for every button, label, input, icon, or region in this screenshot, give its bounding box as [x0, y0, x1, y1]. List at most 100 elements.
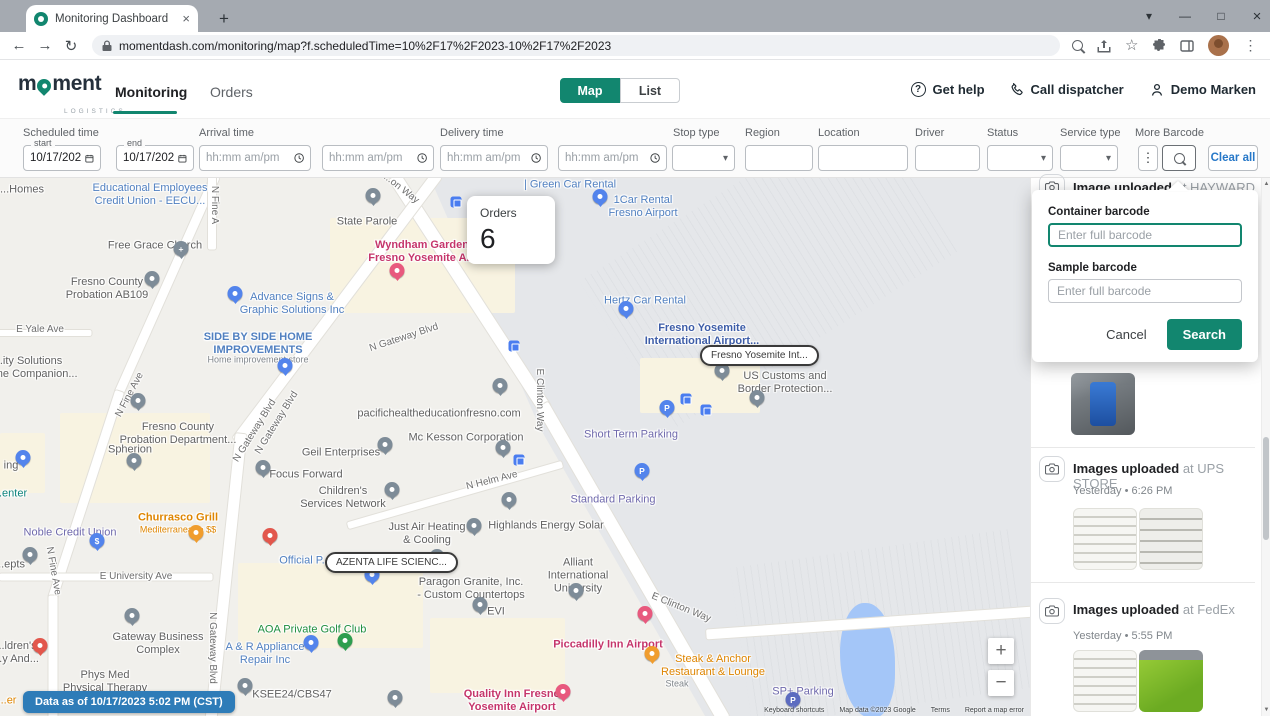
- clock-icon[interactable]: [531, 152, 541, 164]
- sample-barcode-input[interactable]: [1048, 279, 1242, 303]
- keyboard-shortcuts-link[interactable]: Keyboard shortcuts: [764, 707, 824, 714]
- scheduled-end-field[interactable]: end: [116, 145, 194, 171]
- transit-stop-icon[interactable]: [509, 341, 520, 352]
- map-pin[interactable]: [378, 437, 393, 452]
- map-pin[interactable]: [304, 635, 319, 650]
- uploaded-image-thumbnail[interactable]: [1071, 373, 1135, 435]
- driver-text-input[interactable]: [922, 152, 973, 164]
- map-pin[interactable]: [467, 518, 482, 533]
- map-pin[interactable]: [388, 690, 403, 705]
- window-close-button[interactable]: ×: [1250, 8, 1264, 25]
- arrival-start-input[interactable]: [206, 152, 290, 164]
- map-zoom-in-button[interactable]: [988, 638, 1014, 664]
- map-pin[interactable]: [131, 393, 146, 408]
- transit-stop-icon[interactable]: [681, 394, 692, 405]
- location-input[interactable]: [818, 145, 908, 171]
- report-map-error-link[interactable]: Report a map error: [965, 707, 1024, 714]
- clock-icon[interactable]: [650, 152, 660, 164]
- browser-profile-avatar[interactable]: [1208, 35, 1229, 56]
- map-pin[interactable]: [750, 390, 765, 405]
- zoom-search-icon[interactable]: [1072, 40, 1083, 51]
- share-icon[interactable]: [1097, 39, 1111, 53]
- scrollbar-thumb[interactable]: [1263, 437, 1269, 540]
- map-pin[interactable]: [127, 453, 142, 468]
- uploaded-image-thumbnail[interactable]: [1139, 508, 1203, 570]
- map-pin[interactable]: [125, 608, 140, 623]
- transit-stop-icon[interactable]: [451, 197, 462, 208]
- delivery-start-field[interactable]: [440, 145, 548, 171]
- new-tab-button[interactable]: [212, 7, 236, 31]
- orders-cluster-popup[interactable]: Orders 6: [467, 196, 555, 264]
- map-pin[interactable]: P: [786, 692, 801, 707]
- transit-stop-icon[interactable]: [514, 455, 525, 466]
- map-canvas[interactable]: ...HomesEducational Employees Credit Uni…: [0, 178, 1030, 716]
- uploaded-image-thumbnail[interactable]: [1139, 650, 1203, 712]
- scroll-down-arrow[interactable]: [1262, 707, 1270, 713]
- map-pin[interactable]: [502, 492, 517, 507]
- scroll-up-arrow[interactable]: [1262, 181, 1270, 187]
- barcode-search-button[interactable]: [1162, 145, 1196, 171]
- user-menu[interactable]: Demo Marken: [1150, 82, 1256, 97]
- more-filters-button[interactable]: [1138, 145, 1158, 171]
- map-pin[interactable]: [645, 646, 660, 661]
- terms-link[interactable]: Terms: [931, 707, 950, 714]
- nav-orders[interactable]: Orders: [210, 84, 253, 100]
- map-pin[interactable]: +: [174, 241, 189, 256]
- back-button[interactable]: [6, 37, 32, 54]
- order-location-chip[interactable]: AZENTA LIFE SCIENC...: [325, 552, 458, 573]
- map-pin[interactable]: [556, 684, 571, 699]
- map-pin[interactable]: [593, 189, 608, 204]
- extensions-icon[interactable]: [1152, 39, 1166, 53]
- transit-stop-icon[interactable]: [701, 405, 712, 416]
- map-pin[interactable]: [493, 378, 508, 393]
- app-logo[interactable]: mment LOGISTICS: [18, 72, 101, 96]
- map-pin[interactable]: [228, 286, 243, 301]
- region-text-input[interactable]: [752, 152, 806, 164]
- calendar-icon[interactable]: [85, 153, 94, 164]
- browser-tab[interactable]: Monitoring Dashboard ×: [26, 5, 198, 32]
- map-pin[interactable]: [385, 482, 400, 497]
- map-pin[interactable]: [33, 638, 48, 653]
- driver-input[interactable]: [915, 145, 980, 171]
- bookmark-star-icon[interactable]: [1125, 36, 1138, 55]
- container-barcode-input[interactable]: [1048, 223, 1242, 247]
- calendar-icon[interactable]: [178, 153, 187, 164]
- scheduled-start-field[interactable]: start: [23, 145, 101, 171]
- clear-all-button[interactable]: Clear all: [1208, 145, 1258, 171]
- arrival-end-input[interactable]: [329, 152, 413, 164]
- stop-type-select[interactable]: [672, 145, 735, 171]
- map-pin[interactable]: [263, 528, 278, 543]
- arrival-end-field[interactable]: [322, 145, 434, 171]
- map-zoom-out-button[interactable]: [988, 670, 1014, 696]
- map-pin[interactable]: [569, 583, 584, 598]
- address-bar[interactable]: momentdash.com/monitoring/map?f.schedule…: [92, 35, 1060, 56]
- list-view-button[interactable]: List: [620, 78, 680, 103]
- uploaded-image-thumbnail[interactable]: [1073, 650, 1137, 712]
- map-view-button[interactable]: Map: [560, 78, 620, 103]
- map-pin[interactable]: [278, 358, 293, 373]
- map-pin[interactable]: [638, 606, 653, 621]
- map-pin[interactable]: $: [90, 533, 105, 548]
- delivery-end-field[interactable]: [558, 145, 667, 171]
- map-pin[interactable]: [145, 271, 160, 286]
- browser-menu-icon[interactable]: [1243, 37, 1257, 54]
- map-pin[interactable]: [256, 460, 271, 475]
- arrival-start-field[interactable]: [199, 145, 311, 171]
- service-type-select[interactable]: [1060, 145, 1118, 171]
- map-pin[interactable]: [390, 263, 405, 278]
- map-pin[interactable]: [238, 678, 253, 693]
- map-pin[interactable]: [366, 188, 381, 203]
- clock-icon[interactable]: [294, 152, 304, 164]
- cancel-button[interactable]: Cancel: [1096, 320, 1156, 349]
- map-pin[interactable]: P: [660, 400, 675, 415]
- reload-button[interactable]: [58, 37, 84, 55]
- map-pin[interactable]: [338, 633, 353, 648]
- scheduled-start-input[interactable]: [30, 152, 81, 164]
- uploaded-image-thumbnail[interactable]: [1073, 508, 1137, 570]
- tab-search-icon[interactable]: [1142, 9, 1156, 23]
- region-input[interactable]: [745, 145, 813, 171]
- map-pin[interactable]: [23, 547, 38, 562]
- side-panel-icon[interactable]: [1180, 39, 1194, 53]
- location-text-input[interactable]: [825, 152, 901, 164]
- map-pin[interactable]: [619, 301, 634, 316]
